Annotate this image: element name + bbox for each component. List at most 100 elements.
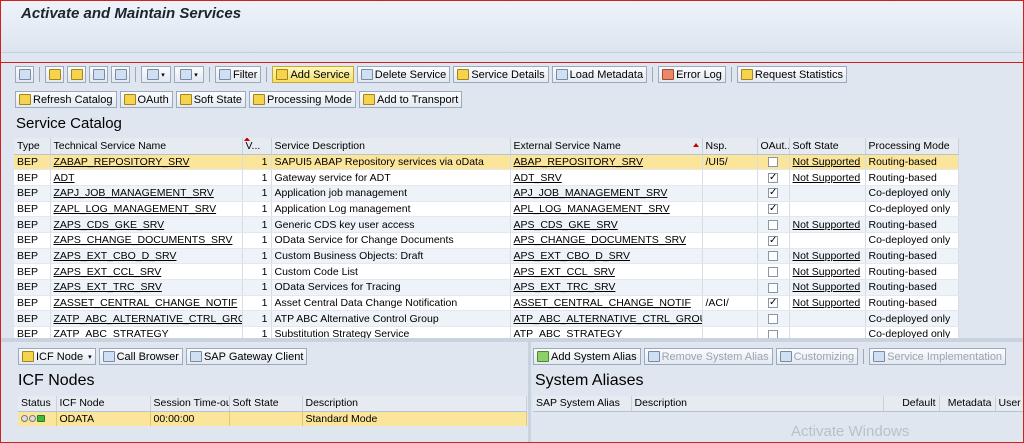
delete-service-button[interactable]: Delete Service — [356, 66, 451, 83]
col-namespace[interactable]: Nsp. — [702, 138, 758, 155]
soft-state-cell[interactable]: Not Supported — [789, 295, 866, 312]
oauth-checkbox[interactable] — [768, 282, 778, 293]
soft-state-cell[interactable]: Not Supported — [789, 248, 866, 265]
oauth-checkbox[interactable] — [768, 157, 778, 168]
oauth-checkbox[interactable] — [768, 251, 778, 262]
col-metadata[interactable]: Metadata — [939, 396, 996, 412]
find-next-button[interactable] — [111, 66, 130, 83]
soft-state-cell[interactable]: Not Supported — [789, 216, 866, 233]
vertical-splitter[interactable] — [528, 342, 531, 442]
add-system-alias-button[interactable]: Add System Alias — [533, 348, 641, 365]
external-service-name-cell[interactable]: APL_LOG_MANAGEMENT_SRV — [510, 201, 703, 218]
col-status[interactable]: Status — [18, 396, 57, 412]
table-row[interactable]: BEP ZABAP_REPOSITORY_SRV 1 SAPUI5 ABAP Repo… — [14, 154, 959, 171]
soft-state-cell[interactable] — [789, 201, 866, 218]
call-browser-button[interactable]: Call Browser — [98, 348, 183, 365]
col-version[interactable]: V... — [242, 138, 272, 155]
technical-service-name-cell[interactable]: ZAPS_EXT_CBO_D_SRV — [50, 248, 243, 265]
external-service-name-cell[interactable]: APS_EXT_TRC_SRV — [510, 279, 703, 296]
col-external-service-name[interactable]: External Service Name — [510, 138, 703, 155]
soft-state-cell[interactable] — [789, 310, 866, 328]
soft-state-cell[interactable] — [789, 232, 866, 249]
col-technical-service-name[interactable]: Technical Service Name — [50, 138, 243, 155]
load-metadata-button[interactable]: Load Metadata — [551, 66, 648, 83]
sort-descending-button[interactable] — [67, 66, 86, 83]
oauth-checkbox[interactable] — [768, 266, 778, 277]
col-sap-system-alias[interactable]: SAP System Alias — [533, 396, 632, 412]
technical-service-name-cell[interactable]: ZAPS_EXT_CCL_SRV — [50, 263, 243, 280]
soft-state-button[interactable]: Soft State — [175, 91, 246, 108]
refresh-catalog-button[interactable]: Refresh Catalog — [15, 91, 117, 108]
technical-service-name-cell[interactable]: ZABAP_REPOSITORY_SRV — [50, 154, 243, 171]
table-row[interactable]: BEP ZATP_ABC_ALTERNATIVE_CTRL_GROUP 1 ATP A… — [14, 310, 959, 328]
soft-state-cell[interactable]: Not Supported — [789, 154, 866, 171]
filter-button[interactable]: Filter — [215, 66, 262, 83]
table-row[interactable]: ODATA 00:00:00 Standard Mode — [18, 411, 527, 426]
external-service-name-cell[interactable]: APS_EXT_CCL_SRV — [510, 263, 703, 280]
soft-state-cell[interactable]: Not Supported — [789, 279, 866, 296]
technical-service-name-cell[interactable]: ZAPJ_JOB_MANAGEMENT_SRV — [50, 185, 243, 202]
external-service-name-cell[interactable]: APJ_JOB_MANAGEMENT_SRV — [510, 185, 703, 202]
table-row[interactable]: BEPADT1Gateway service for ADTADT_SRV Not… — [14, 169, 959, 186]
table-row[interactable]: BEP ZAPL_LOG_MANAGEMENT_SRV 1 Application L… — [14, 201, 959, 218]
sort-ascending-button[interactable] — [45, 66, 64, 83]
external-service-name-cell[interactable]: APS_EXT_CBO_D_SRV — [510, 248, 703, 265]
find-button[interactable] — [89, 66, 108, 83]
oauth-checkbox[interactable] — [768, 171, 778, 184]
technical-service-name-cell[interactable]: ZAPS_CHANGE_DOCUMENTS_SRV — [50, 232, 243, 249]
oauth-checkbox[interactable] — [768, 202, 778, 216]
remove-system-alias-button[interactable]: Remove System Alias — [643, 348, 773, 365]
technical-service-name-cell[interactable]: ZAPS_CDS_GKE_SRV — [50, 216, 243, 233]
gateway-client-button[interactable]: SAP Gateway Client — [185, 348, 308, 365]
oauth-checkbox[interactable] — [768, 186, 778, 200]
add-service-button[interactable]: Add Service — [272, 66, 354, 83]
external-service-name-cell[interactable]: APS_CHANGE_DOCUMENTS_SRV — [510, 232, 703, 249]
table-row[interactable]: BEP ZAPS_EXT_CBO_D_SRV 1 Custom Business Ob… — [14, 248, 959, 265]
external-service-name-cell[interactable]: ADT_SRV — [510, 169, 703, 186]
table-row[interactable]: BEP ZAPS_CHANGE_DOCUMENTS_SRV 1 OData Servi… — [14, 232, 959, 249]
col-oauth[interactable]: OAut... — [757, 138, 790, 155]
technical-service-name-cell[interactable]: ZAPS_EXT_TRC_SRV — [50, 279, 243, 296]
technical-service-name-cell[interactable]: ZASSET_CENTRAL_CHANGE_NOTIF — [50, 295, 243, 312]
col-default[interactable]: Default — [883, 396, 940, 412]
oauth-checkbox[interactable] — [768, 313, 778, 324]
technical-service-name-cell[interactable]: ZATP_ABC_ALTERNATIVE_CTRL_GROUP — [50, 310, 243, 328]
error-log-button[interactable]: Error Log — [658, 66, 726, 83]
technical-service-name-cell[interactable]: ADT — [50, 169, 243, 186]
external-service-name-cell[interactable]: ABAP_REPOSITORY_SRV — [510, 154, 703, 171]
external-service-name-cell[interactable]: APS_CDS_GKE_SRV — [510, 216, 703, 233]
col-user[interactable]: User — [995, 396, 1023, 412]
table-row[interactable]: BEP ZAPJ_JOB_MANAGEMENT_SRV 1 Application j… — [14, 185, 959, 202]
col-service-description[interactable]: Service Description — [271, 138, 511, 155]
oauth-checkbox[interactable] — [768, 219, 778, 230]
soft-state-cell[interactable] — [789, 185, 866, 202]
details-icon-button[interactable] — [15, 66, 34, 83]
col-type[interactable]: Type — [14, 138, 51, 155]
col-description[interactable]: Description — [302, 396, 527, 412]
horizontal-splitter[interactable] — [1, 338, 1023, 342]
add-to-transport-button[interactable]: Add to Transport — [359, 91, 463, 108]
oauth-checkbox[interactable] — [768, 296, 778, 310]
external-service-name-cell[interactable]: ATP_ABC_ALTERNATIVE_CTRL_GROUP — [510, 310, 703, 328]
col-processing-mode[interactable]: Processing Mode — [865, 138, 959, 155]
table-row[interactable]: BEP ZAPS_EXT_TRC_SRV 1 OData Services for T… — [14, 279, 959, 296]
icf-node-menu-button[interactable]: ICF Node ▾ — [18, 348, 96, 365]
soft-state-cell[interactable]: Not Supported — [789, 169, 866, 186]
table-row[interactable]: BEP ZAPS_CDS_GKE_SRV 1 Generic CDS key user… — [14, 216, 959, 233]
service-details-button[interactable]: Service Details — [453, 66, 549, 83]
col-session-timeout[interactable]: Session Time-out — [150, 396, 230, 412]
table-row[interactable]: BEP ZAPS_EXT_CCL_SRV 1 Custom Code List APS_… — [14, 263, 959, 280]
col-icf-node[interactable]: ICF Node — [56, 396, 151, 412]
layout-menu-button[interactable]: ▾ — [174, 66, 204, 83]
col-soft-state[interactable]: Soft State — [789, 138, 866, 155]
export-menu-button[interactable]: ▾ — [141, 66, 171, 83]
request-statistics-button[interactable]: Request Statistics — [736, 66, 847, 83]
soft-state-cell[interactable]: Not Supported — [789, 263, 866, 280]
processing-mode-button[interactable]: Processing Mode — [249, 91, 356, 108]
table-row[interactable]: BEP ZASSET_CENTRAL_CHANGE_NOTIF 1 Asset Cen… — [14, 295, 959, 312]
service-implementation-button[interactable]: Service Implementation — [869, 348, 1007, 365]
oauth-button[interactable]: OAuth — [119, 91, 173, 108]
technical-service-name-cell[interactable]: ZAPL_LOG_MANAGEMENT_SRV — [50, 201, 243, 218]
col-alias-description[interactable]: Description — [631, 396, 884, 412]
customizing-button[interactable]: Customizing — [775, 348, 859, 365]
